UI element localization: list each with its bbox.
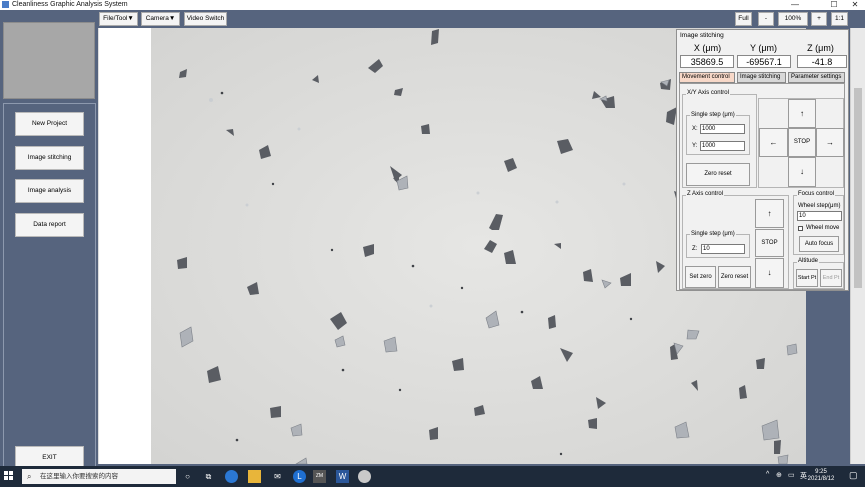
x-left-button[interactable]: ← xyxy=(759,128,788,157)
network-icon[interactable]: ⊕ xyxy=(776,471,782,479)
zoom-1to1-button[interactable]: 1:1 xyxy=(831,12,848,26)
xy-step-label: Single step (μm) xyxy=(690,112,736,118)
x-coordinate: 35869.5 xyxy=(680,55,734,68)
xy-axis-group: X/Y Axis control Single step (μm) X: 100… xyxy=(682,90,757,188)
file-tool-menu[interactable]: File/Tool▼ xyxy=(99,12,138,26)
battery-icon[interactable]: ▭ xyxy=(788,471,795,479)
xy-stop-button[interactable]: STOP xyxy=(788,128,816,157)
minimize-button[interactable]: — xyxy=(786,0,804,10)
tray-chevron-icon[interactable]: ^ xyxy=(766,471,769,478)
end-point-button[interactable]: End Pt xyxy=(820,269,842,287)
altitude-group: Altitude Start Pt End Pt xyxy=(793,258,844,289)
xy-direction-pad: ↑ ← STOP → ↓ xyxy=(758,98,844,188)
app-icon xyxy=(2,1,9,8)
clock-time: 9:25 xyxy=(815,469,827,475)
wheel-step-label: Wheel step(μm) xyxy=(798,203,841,209)
z-header: Z (μm) xyxy=(807,43,834,53)
cortana-icon[interactable]: ○ xyxy=(181,470,194,483)
tab-image-stitching[interactable]: Image stitching xyxy=(737,72,786,83)
clock[interactable]: 9:25 2021/8/12 xyxy=(801,469,841,483)
clock-date: 2021/8/12 xyxy=(807,476,835,482)
canvas-margin xyxy=(98,28,151,464)
video-switch-button[interactable]: Video Switch xyxy=(184,12,227,26)
zoom-level: 100% xyxy=(778,12,808,26)
x-step-input[interactable]: 1000 xyxy=(700,124,745,134)
vertical-scrollbar[interactable] xyxy=(850,28,865,464)
task-view-icon[interactable]: ⧉ xyxy=(202,470,215,483)
z-step-input-label: Z: xyxy=(692,246,698,252)
image-stitching-panel: Image stitching X (μm) Y (μm) Z (μm) 358… xyxy=(676,29,849,291)
xy-zero-reset-button[interactable]: Zero reset xyxy=(686,163,750,186)
z-step-input[interactable]: 10 xyxy=(701,244,745,254)
window-title: Cleanliness Graphic Analysis System xyxy=(12,1,128,8)
data-report-button[interactable]: Data report xyxy=(15,213,84,237)
z-axis-group: Z Axis control Single step (μm) Z: 10 Se… xyxy=(682,191,789,289)
zoom-in-button[interactable]: + xyxy=(811,12,827,26)
z-up-button[interactable]: ↑ xyxy=(755,199,784,228)
thumbnail-preview xyxy=(3,22,95,99)
y-down-button[interactable]: ↓ xyxy=(788,157,816,187)
wheel-move-checkbox[interactable] xyxy=(798,226,803,231)
zoom-full-button[interactable]: Full xyxy=(735,12,752,26)
wheel-move-label: Wheel move xyxy=(806,225,840,231)
camera-menu[interactable]: Camera▼ xyxy=(141,12,180,26)
x-header: X (μm) xyxy=(693,43,722,53)
z-stop-button[interactable]: STOP xyxy=(755,229,784,257)
scrollbar-thumb[interactable] xyxy=(854,88,862,288)
windows-start-icon[interactable] xyxy=(4,471,14,481)
search-placeholder: 在这里输入你要搜索的内容 xyxy=(40,473,118,480)
analysis-app-icon[interactable] xyxy=(358,470,371,483)
z-down-button[interactable]: ↓ xyxy=(755,258,784,288)
wheel-step-input[interactable]: 10 xyxy=(797,211,842,221)
tab-movement-control[interactable]: Movement control xyxy=(679,72,735,83)
y-up-button[interactable]: ↑ xyxy=(788,99,816,128)
altitude-label: Altitude xyxy=(797,258,820,264)
z-coordinate: -41.8 xyxy=(797,55,847,68)
mail-icon[interactable]: ✉ xyxy=(271,470,284,483)
z-step-label: Single step (μm) xyxy=(690,231,736,237)
x-right-button[interactable]: → xyxy=(816,128,844,157)
image-analysis-button[interactable]: Image analysis xyxy=(15,179,84,203)
start-point-button[interactable]: Start Pt xyxy=(796,269,818,287)
maximize-button[interactable]: ☐ xyxy=(825,0,843,10)
sidebar: New Project Image stitching Image analys… xyxy=(0,10,98,474)
toolbar: File/Tool▼ Camera▼ Video Switch Full - 1… xyxy=(98,10,850,28)
xy-step-group: Single step (μm) X: 1000 Y: 1000 xyxy=(686,112,750,155)
z-set-zero-button[interactable]: Set zero xyxy=(685,266,716,288)
xy-axis-label: X/Y Axis control xyxy=(686,90,730,96)
tab-parameter-settings[interactable]: Parameter settings xyxy=(788,72,845,83)
z-zero-reset-button[interactable]: Zero reset xyxy=(718,266,751,288)
word-icon[interactable]: W xyxy=(336,470,349,483)
search-icon: ⌕ xyxy=(27,472,32,481)
image-stitching-button[interactable]: Image stitching xyxy=(15,146,84,170)
y-header: Y (μm) xyxy=(749,43,778,53)
z-axis-label: Z Axis control xyxy=(686,191,725,197)
sidebar-button-panel: New Project Image stitching Image analys… xyxy=(3,103,96,474)
close-button[interactable]: ✕ xyxy=(846,0,864,10)
focus-control-label: Focus control xyxy=(797,191,836,197)
taskbar-search[interactable]: ⌕ 在这里输入你要搜索的内容 xyxy=(22,469,176,484)
auto-focus-button[interactable]: Auto focus xyxy=(799,236,839,252)
new-project-button[interactable]: New Project xyxy=(15,112,84,136)
zoom-out-button[interactable]: - xyxy=(758,12,774,26)
file-explorer-icon[interactable] xyxy=(248,470,261,483)
panel-title: Image stitching xyxy=(680,32,724,39)
x-step-label: X: xyxy=(692,126,698,132)
title-bar: Cleanliness Graphic Analysis System — ☐ … xyxy=(0,0,865,10)
y-step-input[interactable]: 1000 xyxy=(700,141,745,151)
notification-icon[interactable]: ▢ xyxy=(849,470,858,481)
y-step-label: Y: xyxy=(692,143,698,149)
taskbar: ⌕ 在这里输入你要搜索的内容 ○ ⧉ ✉ L ZM W ^ ⊕ ▭ 英 9:25… xyxy=(0,466,865,487)
app-l-icon[interactable]: L xyxy=(293,470,306,483)
y-coordinate: -69567.1 xyxy=(737,55,791,68)
app-zm-icon[interactable]: ZM xyxy=(313,470,326,483)
z-step-group: Single step (μm) Z: 10 xyxy=(686,231,750,258)
movement-control-body: X/Y Axis control Single step (μm) X: 100… xyxy=(679,83,845,290)
focus-control-group: Focus control Wheel step(μm) 10 Wheel mo… xyxy=(793,191,844,255)
edge-browser-icon[interactable] xyxy=(225,470,238,483)
